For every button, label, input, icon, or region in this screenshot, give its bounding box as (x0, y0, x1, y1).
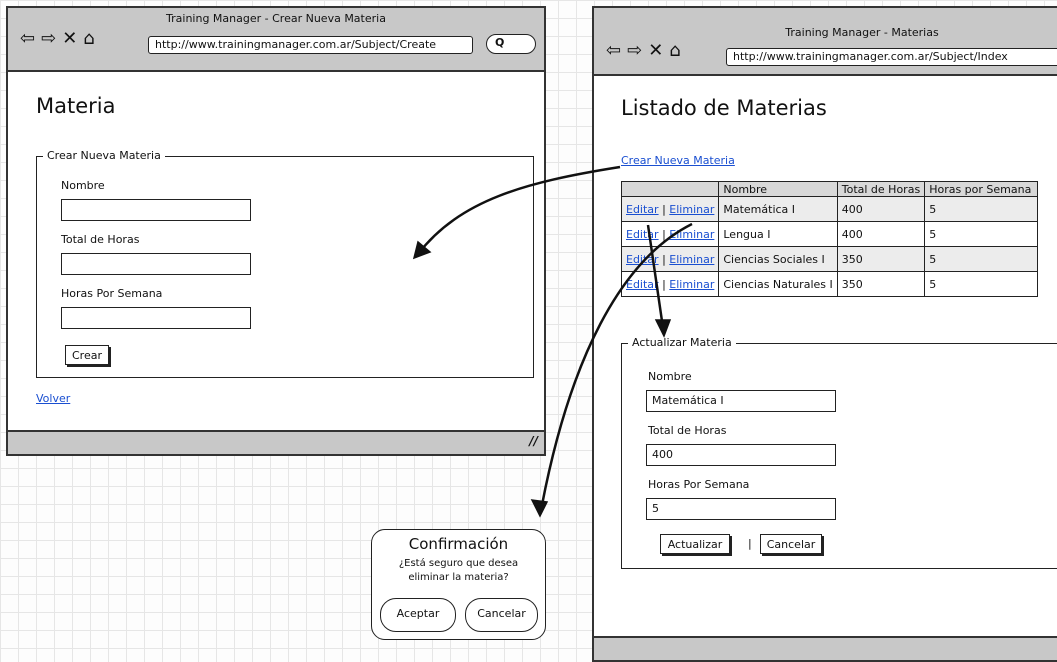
horas-semana-cell: 5 (924, 271, 1039, 297)
browser-nav: ⇦ ⇨ ✕ ⌂ (606, 42, 681, 60)
delete-link[interactable]: Eliminar (669, 228, 714, 241)
actions-cell: Editar | Eliminar (620, 221, 720, 247)
edit-link[interactable]: Editar (626, 253, 659, 266)
delete-link[interactable]: Eliminar (669, 253, 714, 266)
nombre-cell: Matemática I (718, 196, 838, 222)
delete-link[interactable]: Eliminar (669, 278, 714, 291)
create-window: Training Manager - Crear Nueva Materia ⇦… (6, 6, 546, 456)
delete-link[interactable]: Eliminar (669, 203, 714, 216)
total-horas-input[interactable] (61, 253, 251, 275)
back-arrow-icon[interactable]: ⇦ (606, 42, 621, 60)
actions-cell: Editar | Eliminar (620, 271, 720, 297)
nombre-column-header: Nombre (718, 181, 838, 197)
search-icon: Q (495, 36, 505, 49)
forward-arrow-icon[interactable]: ⇨ (627, 42, 642, 60)
edit-link[interactable]: Editar (626, 278, 659, 291)
table-row: Editar | Eliminar Ciencias Naturales I 3… (620, 271, 1039, 297)
total-horas-cell: 350 (836, 246, 926, 272)
index-window: Training Manager - Materias ⇦ ⇨ ✕ ⌂ http… (592, 6, 1057, 662)
total-horas-cell: 350 (836, 271, 926, 297)
cancel-button[interactable]: Cancelar (465, 598, 538, 632)
search-field[interactable]: Q (486, 34, 536, 54)
total-horas-label: Total de Horas (61, 233, 140, 246)
nombre-cell: Ciencias Naturales I (718, 271, 838, 297)
update-button[interactable]: Actualizar (660, 534, 730, 554)
actions-cell: Editar | Eliminar (620, 196, 720, 222)
table-header-row: Nombre Total de Horas Horas por Semana (620, 181, 1039, 197)
actions-cell: Editar | Eliminar (620, 246, 720, 272)
forward-arrow-icon[interactable]: ⇨ (41, 30, 56, 48)
new-subject-link[interactable]: Crear Nueva Materia (621, 154, 735, 167)
horas-semana-input[interactable]: 5 (646, 498, 836, 520)
delete-flow-arrowhead (530, 499, 549, 518)
total-horas-label: Total de Horas (648, 424, 727, 437)
horas-semana-column-header: Horas por Semana (924, 181, 1039, 197)
browser-nav: ⇦ ⇨ ✕ ⌂ (20, 30, 95, 48)
nombre-input[interactable] (61, 199, 251, 221)
accept-button[interactable]: Aceptar (380, 598, 456, 632)
window-title: Training Manager - Crear Nueva Materia (166, 12, 386, 25)
stop-icon[interactable]: ✕ (62, 30, 77, 48)
home-icon[interactable]: ⌂ (83, 30, 94, 48)
nombre-label: Nombre (648, 370, 692, 383)
separator: | (662, 227, 666, 241)
url-bar[interactable]: http://www.trainingmanager.com.ar/Subjec… (726, 48, 1057, 66)
separator: | (662, 202, 666, 216)
confirm-dialog: Confirmación ¿Está seguro que desea elim… (371, 529, 546, 640)
horas-semana-cell: 5 (924, 221, 1039, 247)
horas-semana-cell: 5 (924, 196, 1039, 222)
dialog-message-line2: eliminar la materia? (408, 572, 509, 583)
cancel-button[interactable]: Cancelar (760, 534, 822, 554)
table-row: Editar | Eliminar Matemática I 400 5 (620, 196, 1039, 222)
url-bar[interactable]: http://www.trainingmanager.com.ar/Subjec… (148, 36, 473, 54)
create-window-titlebar: Training Manager - Crear Nueva Materia ⇦… (8, 8, 544, 72)
horas-semana-cell: 5 (924, 246, 1039, 272)
separator: | (662, 252, 666, 266)
horas-semana-label: Horas Por Semana (61, 287, 163, 300)
create-fieldset: Crear Nueva Materia Nombre Total de Hora… (36, 149, 534, 378)
nombre-input[interactable]: Matemática I (646, 390, 836, 412)
subjects-table: Nombre Total de Horas Horas por Semana E… (620, 181, 1039, 297)
button-separator: | (748, 537, 752, 550)
actions-column-header (620, 181, 720, 197)
horas-semana-label: Horas Por Semana (648, 478, 750, 491)
nombre-cell: Lengua I (718, 221, 838, 247)
page-title: Materia (36, 94, 116, 118)
table-row: Editar | Eliminar Ciencias Sociales I 35… (620, 246, 1039, 272)
separator: | (662, 277, 666, 291)
total-horas-cell: 400 (836, 196, 926, 222)
create-button[interactable]: Crear (65, 345, 109, 365)
nombre-label: Nombre (61, 179, 105, 192)
back-link[interactable]: Volver (36, 392, 70, 405)
table-row: Editar | Eliminar Lengua I 400 5 (620, 221, 1039, 247)
window-title: Training Manager - Materias (785, 26, 939, 39)
edit-link[interactable]: Editar (626, 228, 659, 241)
resize-grip-icon[interactable]: // (529, 434, 538, 448)
back-arrow-icon[interactable]: ⇦ (20, 30, 35, 48)
dialog-message-line1: ¿Está seguro que desea (398, 558, 519, 569)
stop-icon[interactable]: ✕ (648, 42, 663, 60)
create-window-statusbar: // (8, 430, 544, 454)
total-horas-column-header: Total de Horas (836, 181, 926, 197)
total-horas-input[interactable]: 400 (646, 444, 836, 466)
horas-semana-input[interactable] (61, 307, 251, 329)
dialog-title: Confirmación (408, 535, 509, 553)
total-horas-cell: 400 (836, 221, 926, 247)
fieldset-legend: Actualizar Materia (628, 336, 736, 349)
fieldset-legend: Crear Nueva Materia (43, 149, 165, 162)
edit-link[interactable]: Editar (626, 203, 659, 216)
update-fieldset: Actualizar Materia Nombre Matemática I T… (621, 336, 1057, 569)
index-window-statusbar (594, 636, 1057, 660)
index-window-titlebar: Training Manager - Materias ⇦ ⇨ ✕ ⌂ http… (594, 8, 1057, 76)
home-icon[interactable]: ⌂ (669, 42, 680, 60)
page-title: Listado de Materias (621, 96, 827, 120)
nombre-cell: Ciencias Sociales I (718, 246, 838, 272)
